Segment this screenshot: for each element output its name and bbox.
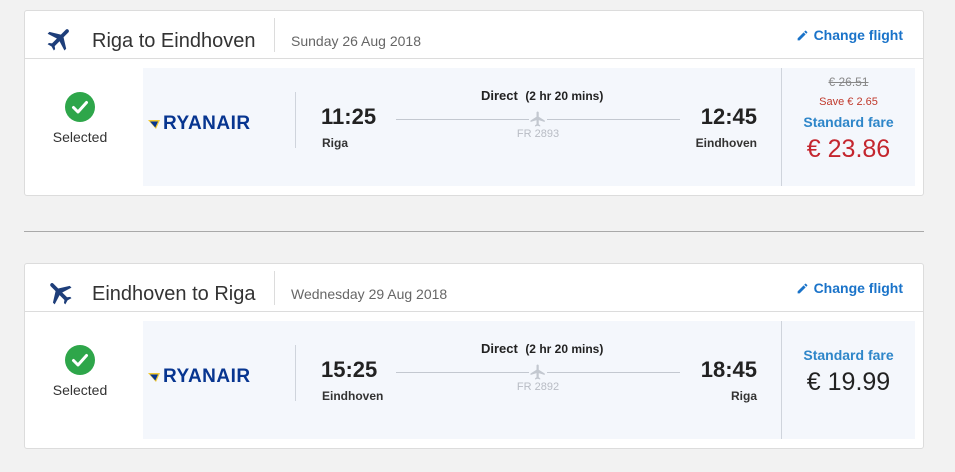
outbound-flight-card: Riga to Eindhoven Sunday 26 Aug 2018 Cha… bbox=[24, 10, 924, 196]
change-flight-label: Change flight bbox=[813, 280, 903, 296]
flight-duration: Direct (2 hr 20 mins) bbox=[481, 87, 603, 105]
duration-label: (2 hr 20 mins) bbox=[525, 89, 604, 103]
selected-label: Selected bbox=[52, 129, 108, 145]
change-flight-link[interactable]: Change flight bbox=[796, 27, 903, 43]
selection-status: Selected bbox=[25, 312, 143, 450]
change-flight-link[interactable]: Change flight bbox=[796, 280, 903, 296]
fare-price: € 19.99 bbox=[806, 368, 891, 396]
return-flight-card: Eindhoven to Riga Wednesday 29 Aug 2018 … bbox=[24, 263, 924, 449]
route-title: Riga to Eindhoven bbox=[92, 30, 256, 52]
airplane-icon bbox=[529, 110, 547, 128]
check-circle-icon bbox=[65, 345, 95, 375]
original-price: € 26.51 bbox=[828, 75, 869, 89]
arrival-time: 12:45 bbox=[700, 104, 757, 129]
flight-date: Sunday 26 Aug 2018 bbox=[291, 33, 422, 49]
section-divider bbox=[24, 231, 924, 232]
change-flight-label: Change flight bbox=[813, 27, 903, 43]
savings-label: Save € 2.65 bbox=[819, 96, 878, 108]
flight-details: RYANAIR 15:25 Eindhoven Direct (2 hr 20 … bbox=[143, 321, 915, 439]
selected-label: Selected bbox=[52, 382, 108, 398]
fare-type: Standard fare bbox=[803, 347, 894, 363]
fare-type: Standard fare bbox=[803, 114, 894, 130]
departure-time: 11:25 bbox=[321, 104, 377, 129]
fare-price: € 23.86 bbox=[806, 135, 891, 163]
pencil-icon bbox=[797, 283, 807, 293]
check-circle-icon bbox=[65, 92, 95, 122]
route-title: Eindhoven to Riga bbox=[92, 283, 256, 305]
arrival-time: 18:45 bbox=[700, 357, 757, 382]
departure-time: 15:25 bbox=[321, 357, 378, 382]
flight-card-header: Riga to Eindhoven Sunday 26 Aug 2018 Cha… bbox=[25, 11, 923, 59]
arrival-city: Riga bbox=[730, 389, 757, 403]
flight-card-header: Eindhoven to Riga Wednesday 29 Aug 2018 … bbox=[25, 264, 923, 312]
price-panel: € 26.51 Save € 2.65 Standard fare € 23.8… bbox=[782, 68, 915, 186]
flight-details: RYANAIR 11:25 Riga Direct (2 hr 20 mins)… bbox=[143, 68, 915, 186]
airplane-icon bbox=[47, 29, 69, 51]
header-divider bbox=[274, 271, 275, 305]
airplane-icon bbox=[529, 363, 547, 381]
stops-label: Direct bbox=[481, 88, 518, 103]
arrival-city: Eindhoven bbox=[695, 136, 757, 150]
flight-date: Wednesday 29 Aug 2018 bbox=[291, 286, 448, 302]
pencil-icon bbox=[797, 30, 807, 40]
flight-duration: Direct (2 hr 20 mins) bbox=[481, 340, 603, 358]
airplane-icon bbox=[50, 283, 72, 305]
stops-label: Direct bbox=[481, 341, 518, 356]
price-panel: Standard fare € 19.99 bbox=[782, 321, 915, 439]
selection-status: Selected bbox=[25, 59, 143, 197]
header-divider bbox=[274, 18, 275, 52]
duration-label: (2 hr 20 mins) bbox=[525, 342, 604, 356]
